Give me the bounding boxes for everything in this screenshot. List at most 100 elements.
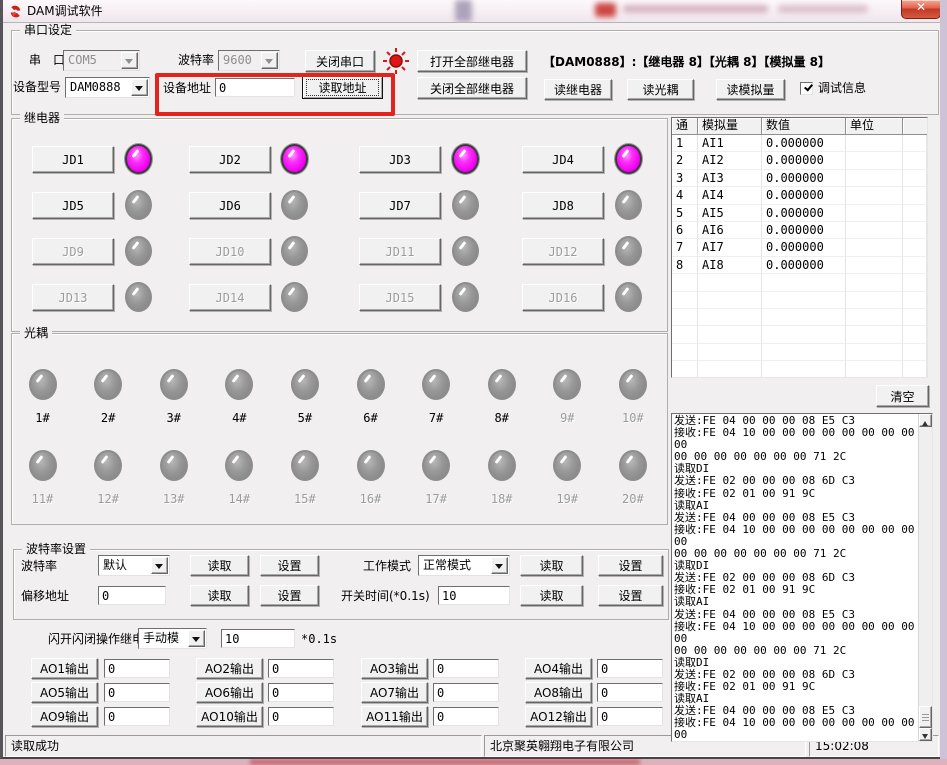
ao-input-AO6输出[interactable] [268, 683, 334, 702]
relay-button-JD5[interactable]: JD5 [32, 192, 114, 219]
ao-button-AO3输出[interactable]: AO3输出 [361, 658, 428, 679]
open-all-relays-button[interactable]: 打开全部继电器 [417, 50, 527, 72]
flash-time-unit: *0.1s [301, 631, 337, 647]
ao-input-AO3输出[interactable] [433, 659, 499, 678]
opto-label-14#: 14# [219, 491, 259, 507]
read-baud-rate-button[interactable]: 读取 [190, 555, 249, 576]
relay-button-JD7[interactable]: JD7 [359, 192, 441, 219]
table-cell [846, 205, 903, 222]
table-row[interactable]: 2AI20.000000 [672, 152, 927, 169]
ao-button-AO10输出[interactable]: AO10输出 [196, 706, 263, 727]
table-row[interactable]: 6AI60.000000 [672, 222, 927, 239]
clear-log-button[interactable]: 清空 [876, 385, 929, 407]
read-switch-time-button[interactable]: 读取 [520, 585, 583, 606]
table-row[interactable]: 5AI50.000000 [672, 205, 927, 222]
device-address-input[interactable] [215, 78, 295, 97]
scrollbar-thumb[interactable] [919, 706, 932, 728]
table-cell: 0.000000 [762, 170, 846, 187]
relay-button-JD8[interactable]: JD8 [522, 192, 604, 219]
ao-button-AO2输出[interactable]: AO2输出 [196, 658, 263, 679]
work-mode-select[interactable]: 正常模式 [418, 555, 510, 576]
set-switch-time-button[interactable]: 设置 [598, 585, 663, 606]
flash-time-input[interactable] [221, 629, 295, 648]
table-cell [762, 274, 846, 291]
ao-button-AO4输出[interactable]: AO4输出 [525, 658, 592, 679]
baud-rate-config-select[interactable]: 默认 [98, 555, 170, 576]
table-header-通[interactable]: 通 [672, 118, 698, 135]
ao-input-AO8输出[interactable] [597, 683, 663, 702]
table-cell: 3 [672, 170, 698, 187]
table-row-empty [672, 274, 927, 291]
close-button[interactable]: ✕ [901, 0, 940, 19]
read-offset-address-button[interactable]: 读取 [190, 585, 249, 606]
switch-time-input[interactable] [438, 586, 510, 605]
table-row-empty [672, 344, 927, 361]
comm-log[interactable]: 发送:FE 04 00 00 00 08 E5 C3 接收:FE 04 10 0… [671, 413, 933, 742]
scroll-down-icon[interactable] [919, 728, 932, 741]
table-row[interactable]: 8AI80.000000 [672, 257, 927, 274]
ao-button-AO7输出[interactable]: AO7输出 [361, 682, 428, 703]
read-opto-button[interactable]: 读光耦 [627, 79, 694, 100]
log-scrollbar[interactable] [918, 414, 932, 741]
table-header-单位[interactable]: 单位 [846, 118, 903, 135]
relay-button-JD6[interactable]: JD6 [189, 192, 271, 219]
table-cell [903, 205, 927, 222]
read-work-mode-button[interactable]: 读取 [520, 555, 583, 576]
offset-address-input[interactable] [98, 586, 166, 605]
table-row[interactable]: 1AI10.000000 [672, 135, 927, 152]
ao-button-AO11输出[interactable]: AO11输出 [361, 706, 428, 727]
relay-button-JD1[interactable]: JD1 [32, 146, 114, 173]
table-cell: AI3 [698, 170, 762, 187]
ao-button-AO5输出[interactable]: AO5输出 [31, 682, 98, 703]
ao-button-AO1输出[interactable]: AO1输出 [31, 658, 98, 679]
opto-label-18#: 18# [482, 491, 522, 507]
ao-input-AO12输出[interactable] [597, 707, 663, 726]
opto-led-10# [619, 369, 647, 400]
ao-input-AO2输出[interactable] [268, 659, 334, 678]
ao-input-AO5输出[interactable] [104, 683, 170, 702]
close-all-relays-button[interactable]: 关闭全部继电器 [417, 77, 527, 99]
read-analog-button[interactable]: 读模拟量 [716, 79, 785, 100]
ao-button-AO9输出[interactable]: AO9输出 [31, 706, 98, 727]
table-cell: 0.000000 [762, 222, 846, 239]
ao-input-AO11输出[interactable] [433, 707, 499, 726]
background-window-artifact [623, 5, 768, 13]
relay-button-JD13: JD13 [32, 284, 114, 311]
table-header-模拟量[interactable]: 模拟量 [698, 118, 762, 135]
table-row[interactable]: 3AI30.000000 [672, 170, 927, 187]
set-baud-rate-button[interactable]: 设置 [260, 555, 319, 576]
ao-input-AO4输出[interactable] [597, 659, 663, 678]
opto-label-20#: 20# [613, 491, 653, 507]
ao-input-AO10输出[interactable] [268, 707, 334, 726]
ao-button-AO12输出[interactable]: AO12输出 [525, 706, 592, 727]
relay-button-JD3[interactable]: JD3 [359, 146, 441, 173]
table-cell: 0.000000 [762, 239, 846, 256]
set-offset-address-button[interactable]: 设置 [260, 585, 319, 606]
opto-led-16# [357, 450, 385, 481]
ao-button-AO8输出[interactable]: AO8输出 [525, 682, 592, 703]
table-header-数值[interactable]: 数值 [762, 118, 846, 135]
close-serial-button[interactable]: 关闭串口 [305, 50, 375, 72]
table-row[interactable]: 7AI70.000000 [672, 239, 927, 256]
flash-mode-select[interactable]: 手动模式 [138, 628, 207, 649]
ao-input-AO7输出[interactable] [433, 683, 499, 702]
opto-group-caption: 光耦 [20, 326, 52, 341]
debug-info-checkbox[interactable] [800, 82, 813, 95]
table-row-empty [672, 292, 927, 309]
ao-input-AO1输出[interactable] [104, 659, 170, 678]
ao-input-AO9输出[interactable] [104, 707, 170, 726]
relay-button-JD4[interactable]: JD4 [522, 146, 604, 173]
device-model-select[interactable]: DAM0888 [65, 77, 150, 98]
table-header-blank[interactable] [903, 118, 927, 135]
relay-button-JD2[interactable]: JD2 [189, 146, 271, 173]
table-row[interactable]: 4AI40.000000 [672, 187, 927, 204]
ao-button-AO6输出[interactable]: AO6输出 [196, 682, 263, 703]
set-work-mode-button[interactable]: 设置 [598, 555, 663, 576]
status-message: 读取成功 [5, 735, 482, 757]
read-relays-button[interactable]: 读继电器 [544, 79, 612, 100]
check-icon [804, 82, 813, 91]
table-cell: 0.000000 [762, 205, 846, 222]
scroll-up-icon[interactable] [919, 414, 932, 427]
opto-label-6#: 6# [351, 410, 391, 426]
read-address-button[interactable]: 读取地址 [302, 76, 383, 99]
